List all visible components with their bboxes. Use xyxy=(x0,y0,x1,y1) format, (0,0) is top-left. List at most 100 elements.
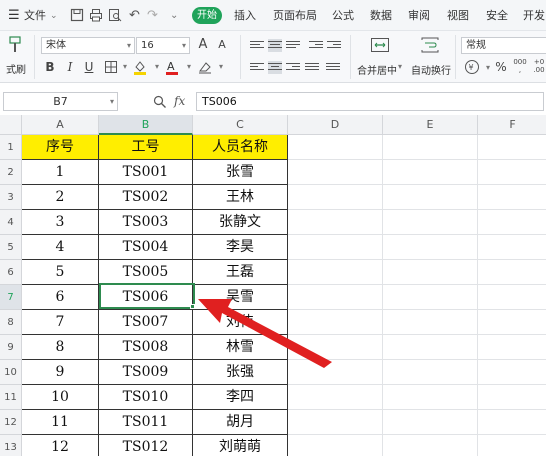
cell-e8[interactable] xyxy=(383,310,478,335)
thousands-separator-icon[interactable]: 000, xyxy=(512,58,528,74)
tab-start[interactable]: 开始 xyxy=(192,7,222,24)
underline-button[interactable]: U xyxy=(82,60,96,74)
save-icon[interactable] xyxy=(70,8,84,22)
cell-b5[interactable]: TS004 xyxy=(99,235,193,260)
spreadsheet-grid[interactable]: A B C D E F 1 2 3 4 5 6 7 8 9 10 11 12 13 序号 工号 人员名称 1 TS001 张雪 2… xyxy=(0,115,546,456)
cell-b12[interactable]: TS011 xyxy=(99,410,193,435)
increase-font-size-icon[interactable]: A xyxy=(196,38,210,52)
cell-d10[interactable] xyxy=(288,360,383,385)
borders-icon[interactable] xyxy=(104,60,118,74)
font-size-select[interactable]: 16 ▾ xyxy=(136,37,190,54)
more-chevron-icon[interactable]: ⌄ xyxy=(170,8,178,24)
cell-d1[interactable] xyxy=(288,135,383,160)
cell-a10[interactable]: 9 xyxy=(22,360,99,385)
cell-c5[interactable]: 李昊 xyxy=(193,235,288,260)
cell-e2[interactable] xyxy=(383,160,478,185)
formula-input[interactable]: TS006 xyxy=(196,92,544,111)
cell-a8[interactable]: 7 xyxy=(22,310,99,335)
cell-d7[interactable] xyxy=(288,285,383,310)
justify-icon[interactable] xyxy=(305,61,319,74)
cell-d8[interactable] xyxy=(288,310,383,335)
cell-a5[interactable]: 4 xyxy=(22,235,99,260)
column-header-d[interactable]: D xyxy=(288,115,383,135)
cell-c4[interactable]: 张静文 xyxy=(193,210,288,235)
row-header-7[interactable]: 7 xyxy=(0,285,22,310)
merge-center-icon[interactable] xyxy=(370,36,390,54)
cell-e5[interactable] xyxy=(383,235,478,260)
cell-d3[interactable] xyxy=(288,185,383,210)
cell-f9[interactable] xyxy=(478,335,546,360)
cell-b10[interactable]: TS009 xyxy=(99,360,193,385)
row-header-3[interactable]: 3 xyxy=(0,185,22,210)
file-menu[interactable]: 文件 xyxy=(24,8,46,24)
cell-a3[interactable]: 2 xyxy=(22,185,99,210)
cell-c11[interactable]: 李四 xyxy=(193,385,288,410)
print-preview-icon[interactable] xyxy=(108,8,122,22)
font-color-icon[interactable]: A xyxy=(164,59,180,75)
cell-a13[interactable]: 12 xyxy=(22,435,99,456)
cell-e9[interactable] xyxy=(383,335,478,360)
cell-c6[interactable]: 王磊 xyxy=(193,260,288,285)
cell-a2[interactable]: 1 xyxy=(22,160,99,185)
cell-a1[interactable]: 序号 xyxy=(22,135,99,160)
zoom-function-icon[interactable] xyxy=(153,95,167,109)
row-header-13[interactable]: 13 xyxy=(0,435,22,456)
cell-d4[interactable] xyxy=(288,210,383,235)
cell-f6[interactable] xyxy=(478,260,546,285)
cell-f3[interactable] xyxy=(478,185,546,210)
cell-e3[interactable] xyxy=(383,185,478,210)
cell-c13[interactable]: 刘萌萌 xyxy=(193,435,288,456)
cell-a11[interactable]: 10 xyxy=(22,385,99,410)
cell-f10[interactable] xyxy=(478,360,546,385)
cell-e1[interactable] xyxy=(383,135,478,160)
tab-security[interactable]: 安全 xyxy=(486,8,508,24)
cell-f4[interactable] xyxy=(478,210,546,235)
cell-f8[interactable] xyxy=(478,310,546,335)
bold-button[interactable]: B xyxy=(43,60,57,74)
row-header-9[interactable]: 9 xyxy=(0,335,22,360)
cell-f12[interactable] xyxy=(478,410,546,435)
row-header-2[interactable]: 2 xyxy=(0,160,22,185)
align-left-icon[interactable] xyxy=(250,61,264,74)
cell-c9[interactable]: 林雪 xyxy=(193,335,288,360)
cell-f2[interactable] xyxy=(478,160,546,185)
cell-b6[interactable]: TS005 xyxy=(99,260,193,285)
align-middle-icon[interactable] xyxy=(268,39,282,52)
currency-chevron-icon[interactable]: ▾ xyxy=(481,61,495,75)
cell-grid[interactable]: A B C D E F 1 2 3 4 5 6 7 8 9 10 11 12 13 序号 工号 人员名称 1 TS001 张雪 2… xyxy=(0,115,546,456)
row-header-4[interactable]: 4 xyxy=(0,210,22,235)
distributed-icon[interactable] xyxy=(326,61,340,74)
cell-e7[interactable] xyxy=(383,285,478,310)
italic-button[interactable]: I xyxy=(63,60,77,74)
cell-c12[interactable]: 胡月 xyxy=(193,410,288,435)
decrease-font-size-icon[interactable]: A xyxy=(215,38,229,52)
cell-d2[interactable] xyxy=(288,160,383,185)
cell-c7[interactable]: 吴雪 xyxy=(193,285,288,310)
clear-format-icon[interactable] xyxy=(197,59,213,75)
cell-e13[interactable] xyxy=(383,435,478,456)
clear-chevron-icon[interactable]: ▾ xyxy=(214,60,228,74)
tab-developer[interactable]: 开发 xyxy=(523,8,545,24)
undo-icon[interactable]: ↶ xyxy=(129,8,140,24)
cell-f1[interactable] xyxy=(478,135,546,160)
tab-page-layout[interactable]: 页面布局 xyxy=(273,8,317,24)
cell-f5[interactable] xyxy=(478,235,546,260)
row-header-10[interactable]: 10 xyxy=(0,360,22,385)
font-color-chevron-icon[interactable]: ▾ xyxy=(182,60,196,74)
cell-b3[interactable]: TS002 xyxy=(99,185,193,210)
cell-d9[interactable] xyxy=(288,335,383,360)
cell-e6[interactable] xyxy=(383,260,478,285)
cell-a7[interactable]: 6 xyxy=(22,285,99,310)
merge-chevron-icon[interactable]: ▾ xyxy=(398,62,402,71)
tab-review[interactable]: 审阅 xyxy=(408,8,430,24)
tab-insert[interactable]: 插入 xyxy=(234,8,256,24)
tab-formulas[interactable]: 公式 xyxy=(332,8,354,24)
cell-c1[interactable]: 人员名称 xyxy=(193,135,288,160)
cell-e4[interactable] xyxy=(383,210,478,235)
cell-b1[interactable]: 工号 xyxy=(99,135,193,160)
cell-c2[interactable]: 张雪 xyxy=(193,160,288,185)
cell-b13[interactable]: TS012 xyxy=(99,435,193,456)
cell-f7[interactable] xyxy=(478,285,546,310)
cell-e12[interactable] xyxy=(383,410,478,435)
select-all-corner[interactable] xyxy=(0,115,22,135)
